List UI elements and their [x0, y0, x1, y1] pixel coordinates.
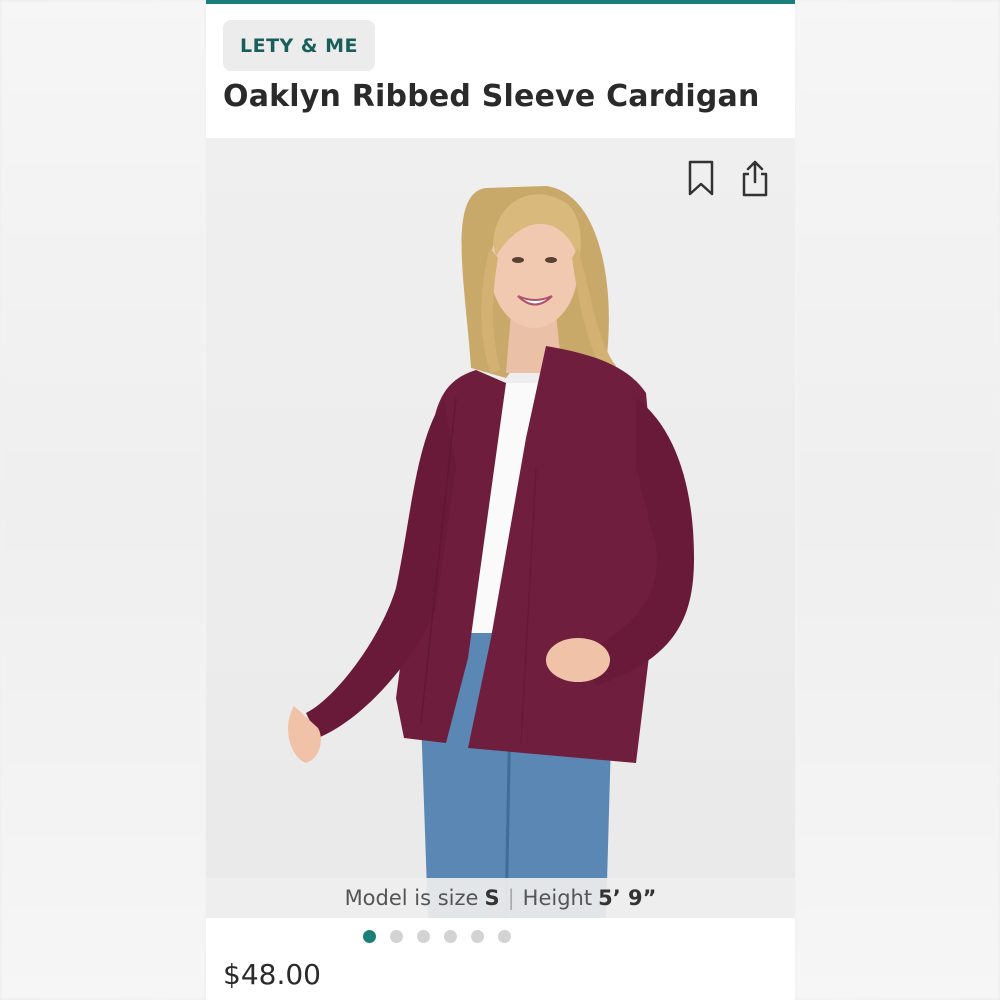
brand-label: LETY & ME: [240, 34, 358, 57]
product-price: $48.00: [223, 958, 321, 991]
background-blur-left: [0, 0, 206, 1000]
accent-top-bar: [206, 0, 795, 4]
model-height-label: Height: [522, 886, 593, 910]
carousel-dot[interactable]: [416, 930, 430, 943]
carousel-dot[interactable]: [389, 930, 403, 943]
model-size-value: S: [484, 886, 500, 910]
carousel-dot[interactable]: [497, 930, 511, 943]
carousel-dot[interactable]: [470, 930, 484, 943]
background-blur-right: [795, 0, 1000, 1000]
carousel-dot[interactable]: [443, 930, 457, 943]
product-image[interactable]: [206, 138, 795, 918]
carousel-dots: [206, 930, 795, 946]
model-info-separator: |: [507, 886, 515, 910]
share-icon[interactable]: [738, 158, 772, 198]
carousel-dot[interactable]: [362, 930, 376, 943]
product-title: Oaklyn Ribbed Sleeve Cardigan: [223, 79, 760, 114]
product-page: LETY & ME Oaklyn Ribbed Sleeve Cardigan: [206, 0, 795, 1000]
brand-chip[interactable]: LETY & ME: [223, 20, 375, 71]
bookmark-icon[interactable]: [684, 158, 718, 198]
model-info: Model is size S | Height 5’ 9”: [206, 878, 795, 918]
model-height-value: 5’ 9”: [598, 886, 657, 910]
model-photo-illustration: [287, 186, 694, 918]
model-size-label: Model is size: [344, 886, 479, 910]
